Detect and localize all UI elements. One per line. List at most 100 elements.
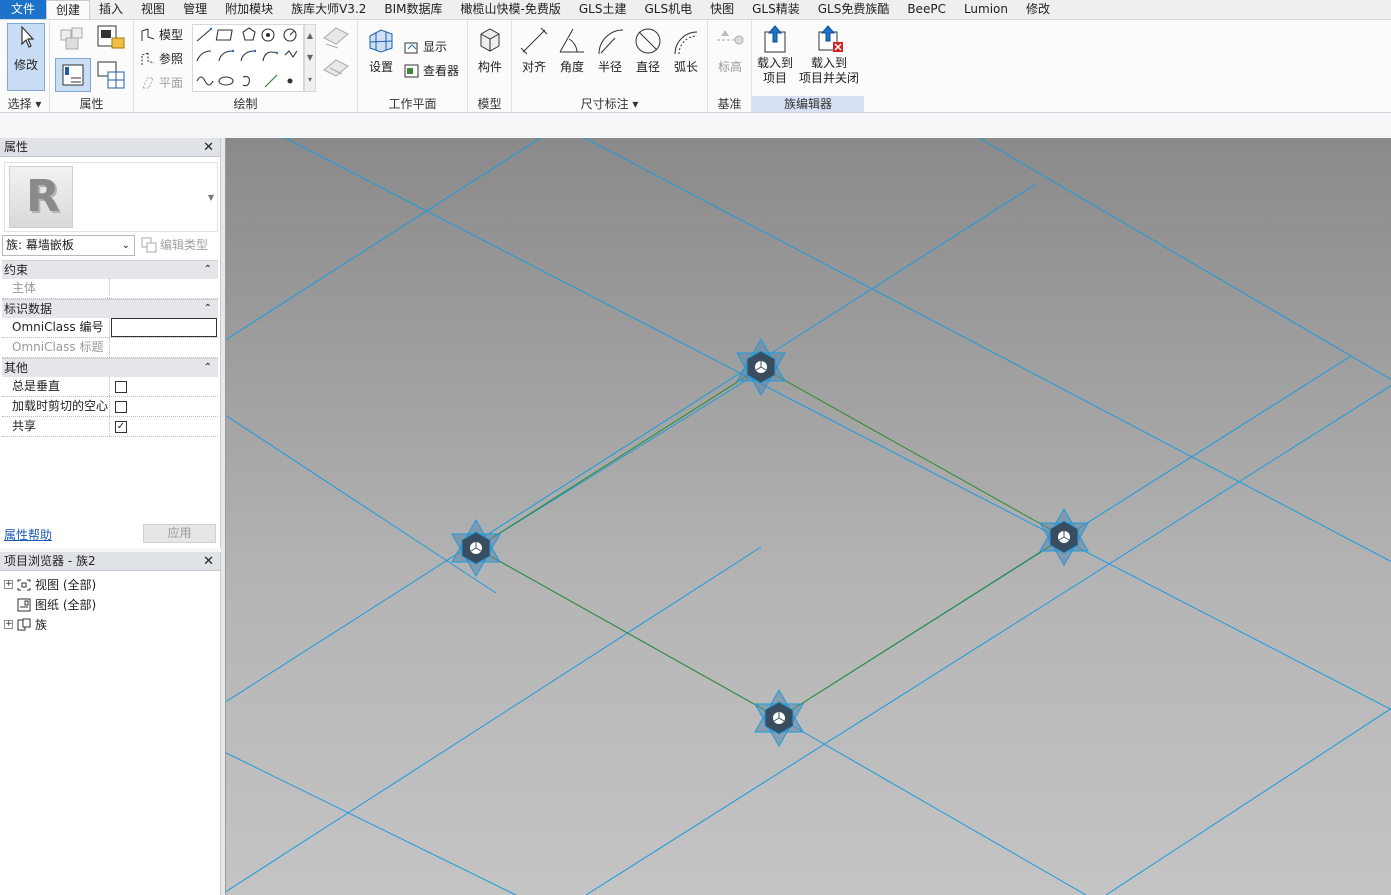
expand-icon[interactable]: + (4, 620, 13, 629)
drawing-canvas[interactable] (225, 138, 1391, 895)
expand-icon[interactable]: + (4, 580, 13, 589)
component-cube-icon (480, 28, 500, 52)
angular-dimension-button[interactable]: 角度 (554, 26, 590, 75)
group-draw: 模型 参照 平面 ▲ ▼ ▾ 绘制 (134, 20, 358, 113)
group-workplane: 设置 显示 查看器 工作平面 (358, 20, 468, 113)
adaptive-point-marker (754, 688, 804, 748)
pick-lines-icon[interactable] (320, 24, 352, 52)
section-constraints[interactable]: 约束 ⌃ (2, 260, 218, 279)
properties-palette: 属性 ✕ R ▼ 族: 幕墙嵌板 ⌄ 编辑类型 约束 ⌃ 主体 标识数据 ⌃ Omn… (0, 138, 221, 548)
tree-item-views[interactable]: + 视图 (全部) (4, 576, 96, 593)
draw-group-label: 绘制 (233, 97, 258, 111)
select-group-label[interactable]: 选择 ▾ (0, 96, 49, 112)
cursor-arrow-icon (21, 25, 35, 48)
group-dimension: 对齐 角度 半径 直径 弧长 尺寸标注 ▾ (512, 20, 708, 113)
tab-beepc[interactable]: BeePC (898, 0, 955, 19)
workplane-group-label: 工作平面 (388, 97, 437, 111)
elevation-label: 标高 (717, 60, 742, 74)
type-selector[interactable]: R ▼ (4, 162, 218, 232)
family-filter-dropdown[interactable]: 族: 幕墙嵌板 ⌄ (2, 235, 135, 256)
section-other[interactable]: 其他 ⌃ (2, 358, 218, 377)
property-row-always-vertical: 总是垂直 (2, 377, 218, 397)
tree-item-label: 族 (35, 618, 48, 632)
tab-view[interactable]: 视图 (132, 0, 174, 19)
group-select: 修改 选择 ▾ (0, 20, 50, 113)
section-identity-data[interactable]: 标识数据 ⌃ (2, 299, 218, 318)
show-label: 显示 (423, 40, 448, 54)
aligned-dimension-button[interactable]: 对齐 (516, 26, 552, 75)
always-vertical-checkbox[interactable] (115, 381, 127, 393)
collapse-icon[interactable]: ⌃ (204, 261, 212, 279)
collapse-icon[interactable]: ⌃ (204, 359, 212, 377)
cut-void-checkbox[interactable] (115, 401, 127, 413)
model-line-label: 模型 (159, 28, 184, 42)
family-types-icon[interactable] (96, 24, 126, 52)
elevation-button[interactable]: 标高 (712, 26, 748, 75)
family-param-icon[interactable] (96, 60, 126, 90)
tab-manage[interactable]: 管理 (174, 0, 216, 19)
close-icon[interactable]: ✕ (203, 552, 214, 571)
radial-label: 半径 (597, 60, 622, 74)
tab-gls-free-family[interactable]: GLS免费族酷 (809, 0, 899, 19)
chevron-down-icon: ▼ (207, 193, 214, 202)
property-label-omniclass-title: OmniClass 标题 (2, 338, 110, 357)
reference-plane-button[interactable]: 平面 (140, 74, 183, 91)
properties-toggle-button[interactable] (55, 58, 91, 92)
close-icon[interactable]: ✕ (203, 138, 214, 157)
apply-button[interactable]: 应用 (143, 524, 216, 543)
tab-gls-finishing[interactable]: GLS精装 (743, 0, 809, 19)
tree-item-families[interactable]: + 族 (4, 616, 47, 633)
omniclass-number-field[interactable] (111, 318, 217, 337)
views-icon (17, 579, 31, 590)
tab-family-library[interactable]: 族库大师V3.2 (282, 0, 375, 19)
palette-scroll[interactable]: ▲ ▼ ▾ (304, 24, 316, 92)
reference-plane-icon (142, 77, 154, 88)
property-row-cut-void: 加载时剪切的空心 (2, 397, 218, 417)
component-button[interactable]: 构件 (472, 26, 508, 75)
tab-gls-mep[interactable]: GLS机电 (635, 0, 701, 19)
family-filter-value: 族: 幕墙嵌板 (6, 238, 74, 252)
tab-file[interactable]: 文件 (0, 0, 47, 19)
group-family-editor: 载入到 项目 载入到 项目并关闭 族编辑器 (752, 20, 864, 113)
modify-button[interactable]: 修改 (7, 23, 45, 91)
edit-type-button[interactable]: 编辑类型 (141, 236, 208, 253)
show-workplane-button[interactable]: 显示 (404, 38, 447, 55)
aligned-label: 对齐 (521, 60, 546, 74)
datum-group-label: 基准 (717, 97, 742, 111)
load-into-project-close-button[interactable]: 载入到 项目并关闭 (798, 24, 860, 86)
dimension-group-label[interactable]: 尺寸标注 ▾ (512, 96, 707, 112)
load-into-project-button[interactable]: 载入到 项目 (754, 24, 796, 86)
tab-create[interactable]: 创建 (46, 0, 91, 19)
model-line-button[interactable]: 模型 (140, 26, 183, 43)
tab-bim-database[interactable]: BIM数据库 (375, 0, 451, 19)
tab-ganlanshan[interactable]: 橄榄山快模-免费版 (452, 0, 570, 19)
reference-grid-lines (226, 138, 1391, 895)
radial-dimension-button[interactable]: 半径 (592, 26, 628, 75)
tab-addins[interactable]: 附加模块 (216, 0, 282, 19)
family-editor-group-label: 族编辑器 (752, 96, 864, 112)
tab-insert[interactable]: 插入 (90, 0, 132, 19)
draw-tools-icons[interactable] (193, 25, 305, 93)
property-label-omniclass-number: OmniClass 编号 (2, 318, 110, 337)
family-category-icon[interactable] (58, 24, 86, 52)
3d-view-grid (226, 138, 1391, 895)
reference-line-button[interactable]: 参照 (140, 50, 183, 67)
shared-checkbox[interactable]: ✓ (115, 421, 127, 433)
tree-item-label: 视图 (全部) (35, 578, 97, 592)
collapse-icon[interactable]: ⌃ (204, 300, 212, 318)
property-value-host (110, 279, 218, 298)
tab-lumion[interactable]: Lumion (955, 0, 1017, 19)
tab-modify[interactable]: 修改 (1017, 0, 1059, 19)
pick-faces-icon[interactable] (320, 56, 352, 84)
workplane-viewer-button[interactable]: 查看器 (404, 62, 459, 79)
set-workplane-button[interactable]: 设置 (364, 26, 398, 75)
arc-length-button[interactable]: 弧长 (668, 26, 704, 75)
tree-item-sheets[interactable]: 图纸 (全部) (16, 596, 96, 613)
angular-label: 角度 (559, 60, 584, 74)
properties-help-link[interactable]: 属性帮助 (4, 526, 52, 543)
tab-kuaitu[interactable]: 快图 (701, 0, 743, 19)
panel-edge-lines (475, 366, 1065, 719)
diameter-dimension-button[interactable]: 直径 (630, 26, 666, 75)
tab-gls-civil[interactable]: GLS土建 (570, 0, 636, 19)
group-datum: 标高 基准 (708, 20, 752, 113)
